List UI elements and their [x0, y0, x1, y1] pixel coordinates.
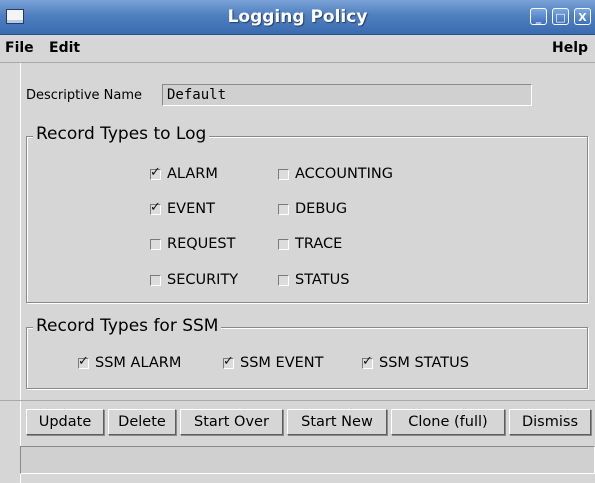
- dismiss-button[interactable]: Dismiss: [509, 409, 591, 435]
- checkbox-trace[interactable]: TRACE: [278, 234, 342, 254]
- update-button[interactable]: Update: [26, 409, 104, 435]
- checkbox-ssm-status-label: SSM STATUS: [379, 355, 469, 371]
- check-mark-icon: ✓: [223, 353, 234, 369]
- checkbox-ssm-status[interactable]: ✓ SSM STATUS: [362, 353, 469, 373]
- minimize-icon[interactable]: _: [530, 8, 547, 25]
- checkbox-ssm-alarm-label: SSM ALARM: [95, 355, 182, 371]
- checkbox-event-label: EVENT: [167, 201, 215, 217]
- menu-bar: File Edit Help: [0, 35, 595, 63]
- checkbox-accounting-label: ACCOUNTING: [295, 166, 394, 182]
- descriptive-name-label: Descriptive Name: [26, 88, 143, 103]
- separator: [0, 400, 595, 401]
- logging-policy-window: Logging Policy _ □ X File Edit Help Desc…: [0, 0, 595, 483]
- title-bar[interactable]: Logging Policy _ □ X: [0, 0, 595, 35]
- check-box[interactable]: ✓: [150, 200, 161, 215]
- checkbox-event[interactable]: ✓ EVENT: [150, 199, 215, 219]
- maximize-icon[interactable]: □: [552, 8, 569, 25]
- check-box[interactable]: ✓: [223, 354, 234, 369]
- check-box[interactable]: [150, 238, 161, 250]
- checkbox-alarm-label: ALARM: [167, 166, 218, 182]
- checkbox-security-label: SECURITY: [167, 272, 239, 288]
- menu-help[interactable]: Help: [552, 35, 588, 62]
- clone-full-button[interactable]: Clone (full): [391, 409, 505, 435]
- checkbox-request-label: REQUEST: [167, 236, 236, 252]
- checkbox-security[interactable]: SECURITY: [150, 270, 238, 290]
- checkbox-trace-label: TRACE: [295, 236, 343, 252]
- check-box[interactable]: [278, 274, 289, 286]
- status-bar: [20, 446, 595, 474]
- start-new-button[interactable]: Start New: [287, 409, 387, 435]
- checkbox-status[interactable]: STATUS: [278, 270, 349, 290]
- menu-file[interactable]: File: [5, 35, 34, 62]
- checkbox-request[interactable]: REQUEST: [150, 234, 236, 254]
- check-mark-icon: ✓: [362, 353, 373, 369]
- check-box[interactable]: [278, 238, 289, 250]
- descriptive-name-field[interactable]: Default: [162, 84, 532, 106]
- checkbox-debug-label: DEBUG: [295, 201, 348, 217]
- checkbox-accounting[interactable]: ACCOUNTING: [278, 164, 393, 184]
- check-box[interactable]: ✓: [362, 354, 373, 369]
- delete-button[interactable]: Delete: [108, 409, 176, 435]
- window-title: Logging Policy: [227, 7, 368, 27]
- check-box[interactable]: [278, 203, 289, 215]
- record-types-legend: Record Types to Log: [33, 124, 210, 144]
- check-mark-icon: ✓: [150, 164, 161, 180]
- checkbox-ssm-alarm[interactable]: ✓ SSM ALARM: [78, 353, 181, 373]
- close-icon[interactable]: X: [574, 8, 591, 25]
- ssm-types-legend: Record Types for SSM: [33, 316, 222, 336]
- checkbox-status-label: STATUS: [295, 272, 350, 288]
- check-mark-icon: ✓: [78, 353, 89, 369]
- check-box[interactable]: [150, 274, 161, 286]
- start-over-button[interactable]: Start Over: [180, 409, 283, 435]
- checkbox-debug[interactable]: DEBUG: [278, 199, 347, 219]
- menu-edit[interactable]: Edit: [49, 35, 80, 62]
- checkbox-ssm-event[interactable]: ✓ SSM EVENT: [223, 353, 323, 373]
- checkbox-alarm[interactable]: ✓ ALARM: [150, 164, 218, 184]
- check-box[interactable]: ✓: [78, 354, 89, 369]
- check-box[interactable]: ✓: [150, 165, 161, 180]
- checkbox-ssm-event-label: SSM EVENT: [240, 355, 324, 371]
- check-mark-icon: ✓: [150, 199, 161, 215]
- check-box[interactable]: [278, 168, 289, 180]
